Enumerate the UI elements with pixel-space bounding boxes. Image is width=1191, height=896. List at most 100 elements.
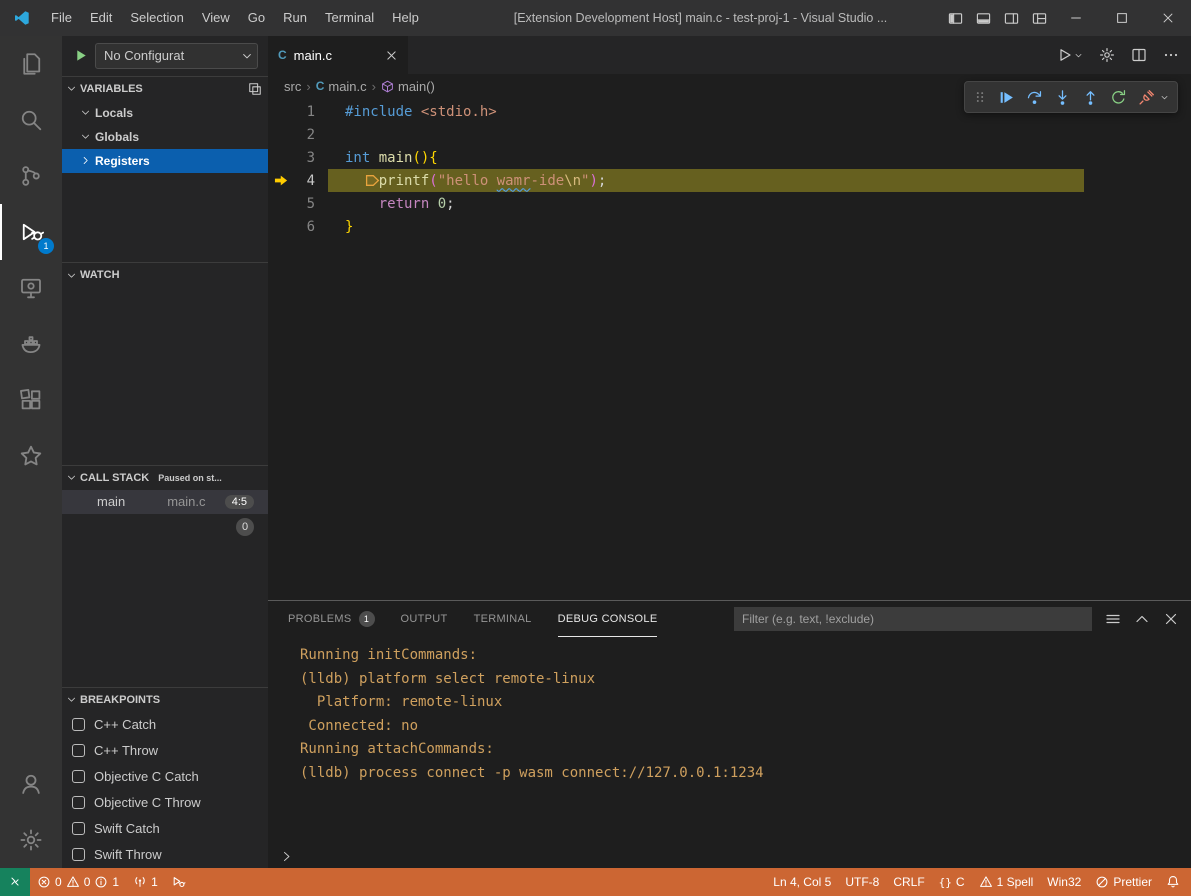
checkbox[interactable]	[72, 718, 85, 731]
problems-status[interactable]: 0 0 1	[30, 868, 126, 896]
inline-breakpoint-icon[interactable]	[365, 173, 380, 188]
menu-help[interactable]: Help	[383, 6, 428, 30]
menu-file[interactable]: File	[42, 6, 81, 30]
activity-search[interactable]	[0, 92, 62, 148]
breakpoint-item[interactable]: C++ Catch	[62, 712, 268, 738]
disconnect-button[interactable]	[1138, 89, 1155, 106]
menu-go[interactable]: Go	[239, 6, 274, 30]
code-line[interactable]: 3 int main(){	[268, 146, 1191, 169]
breakpoints-header[interactable]: BREAKPOINTS	[62, 688, 268, 712]
activity-explorer[interactable]	[0, 36, 62, 92]
variables-item-registers[interactable]: Registers	[62, 149, 268, 173]
breadcrumb-symbol[interactable]: main()	[381, 79, 435, 94]
tab-output[interactable]: OUTPUT	[401, 601, 448, 637]
checkbox[interactable]	[72, 796, 85, 809]
current-frame-arrow-icon[interactable]	[268, 173, 294, 188]
tab-problems[interactable]: PROBLEMS 1	[288, 601, 375, 637]
step-out-button[interactable]	[1082, 89, 1099, 106]
code-line[interactable]: 5 return 0;	[268, 192, 1191, 215]
remote-indicator[interactable]	[0, 868, 30, 896]
ports-status[interactable]: 1	[126, 868, 165, 896]
variables-item-locals[interactable]: Locals	[62, 101, 268, 125]
menu-terminal[interactable]: Terminal	[316, 6, 383, 30]
maximize-panel-icon[interactable]	[1134, 611, 1150, 627]
tab-debug-console[interactable]: DEBUG CONSOLE	[558, 601, 658, 637]
activity-favorites[interactable]	[0, 428, 62, 484]
activity-source-control[interactable]	[0, 148, 62, 204]
restart-button[interactable]	[1110, 89, 1127, 106]
debug-status-icon[interactable]	[165, 868, 193, 896]
breakpoint-item[interactable]: Objective C Catch	[62, 764, 268, 790]
activity-extensions[interactable]	[0, 372, 62, 428]
breadcrumb-file[interactable]: C main.c	[316, 79, 367, 94]
variables-item-globals[interactable]: Globals	[62, 125, 268, 149]
breakpoint-item[interactable]: C++ Throw	[62, 738, 268, 764]
platform-status[interactable]: Win32	[1040, 868, 1088, 896]
minimize-button[interactable]	[1053, 0, 1099, 36]
debug-configuration-select[interactable]: No Configurat	[95, 43, 258, 69]
console-input[interactable]	[268, 844, 1191, 868]
chevron-down-icon[interactable]	[1160, 93, 1169, 102]
code-line[interactable]: 2	[268, 123, 1191, 146]
activity-remote-explorer[interactable]	[0, 260, 62, 316]
console-filter-input[interactable]	[734, 607, 1092, 631]
step-over-button[interactable]	[1026, 89, 1043, 106]
breakpoint-item[interactable]: Objective C Throw	[62, 790, 268, 816]
close-window-button[interactable]	[1145, 0, 1191, 36]
code-line[interactable]: 6 }	[268, 215, 1191, 238]
activity-docker[interactable]	[0, 316, 62, 372]
toolbar-grip[interactable]	[973, 89, 987, 105]
start-debug-icon[interactable]	[74, 48, 89, 63]
session-row[interactable]: 0	[62, 514, 268, 540]
menu-view[interactable]: View	[193, 6, 239, 30]
checkbox[interactable]	[72, 848, 85, 861]
chevron-down-icon	[66, 270, 77, 281]
continue-button[interactable]	[998, 89, 1015, 106]
settings-gear-icon[interactable]	[1099, 47, 1115, 63]
split-editor-icon[interactable]	[1131, 47, 1147, 63]
breakpoint-item[interactable]: Swift Catch	[62, 816, 268, 842]
checkbox[interactable]	[72, 770, 85, 783]
step-into-button[interactable]	[1054, 89, 1071, 106]
encoding-status[interactable]: UTF-8	[838, 868, 886, 896]
cursor-position[interactable]: Ln 4, Col 5	[766, 868, 838, 896]
console-menu-icon[interactable]	[1105, 611, 1121, 627]
checkbox[interactable]	[72, 744, 85, 757]
activity-settings[interactable]	[0, 812, 62, 868]
activity-run-debug[interactable]: 1	[0, 204, 62, 260]
debug-console-output[interactable]: Running initCommands:(lldb) platform sel…	[268, 637, 1191, 844]
spell-checker-status[interactable]: 1 Spell	[972, 868, 1041, 896]
symbol-method-icon	[381, 80, 394, 93]
spell-warning-squiggle: wamr	[497, 173, 531, 189]
close-tab-icon[interactable]	[385, 49, 398, 62]
toggle-sidebar-icon[interactable]	[941, 0, 969, 36]
menu-edit[interactable]: Edit	[81, 6, 121, 30]
tab-terminal[interactable]: TERMINAL	[474, 601, 532, 637]
toggle-secondary-sidebar-icon[interactable]	[997, 0, 1025, 36]
more-actions-icon[interactable]	[1163, 47, 1179, 63]
toggle-panel-icon[interactable]	[969, 0, 997, 36]
variables-panel-icon[interactable]	[248, 82, 262, 96]
code-line-current[interactable]: 4 printf("hello wamr-ide\n");	[268, 169, 1191, 192]
tab-main-c[interactable]: C main.c	[268, 36, 408, 74]
checkbox[interactable]	[72, 822, 85, 835]
breadcrumb-folder[interactable]: src	[284, 79, 301, 94]
notifications-bell-icon[interactable]	[1159, 868, 1187, 896]
formatter-status[interactable]: Prettier	[1088, 868, 1159, 896]
close-panel-icon[interactable]	[1163, 611, 1179, 627]
eol-status[interactable]: CRLF	[886, 868, 931, 896]
language-mode[interactable]: {} C	[932, 868, 972, 896]
maximize-button[interactable]	[1099, 0, 1145, 36]
menubar: File Edit Selection View Go Run Terminal…	[0, 0, 428, 36]
run-or-debug-button[interactable]	[1057, 47, 1083, 63]
activity-accounts[interactable]	[0, 756, 62, 812]
breakpoint-item[interactable]: Swift Throw	[62, 842, 268, 868]
menu-run[interactable]: Run	[274, 6, 316, 30]
watch-header[interactable]: WATCH	[62, 263, 268, 287]
variables-header[interactable]: VARIABLES	[62, 77, 268, 101]
code-editor[interactable]: 1 #include <stdio.h> 2 3 int main(){ 4 p…	[268, 98, 1191, 600]
stack-frame-row[interactable]: main main.c 4:5	[62, 490, 268, 514]
customize-layout-icon[interactable]	[1025, 0, 1053, 36]
menu-selection[interactable]: Selection	[121, 6, 192, 30]
call-stack-header[interactable]: CALL STACK Paused on st...	[62, 466, 268, 490]
